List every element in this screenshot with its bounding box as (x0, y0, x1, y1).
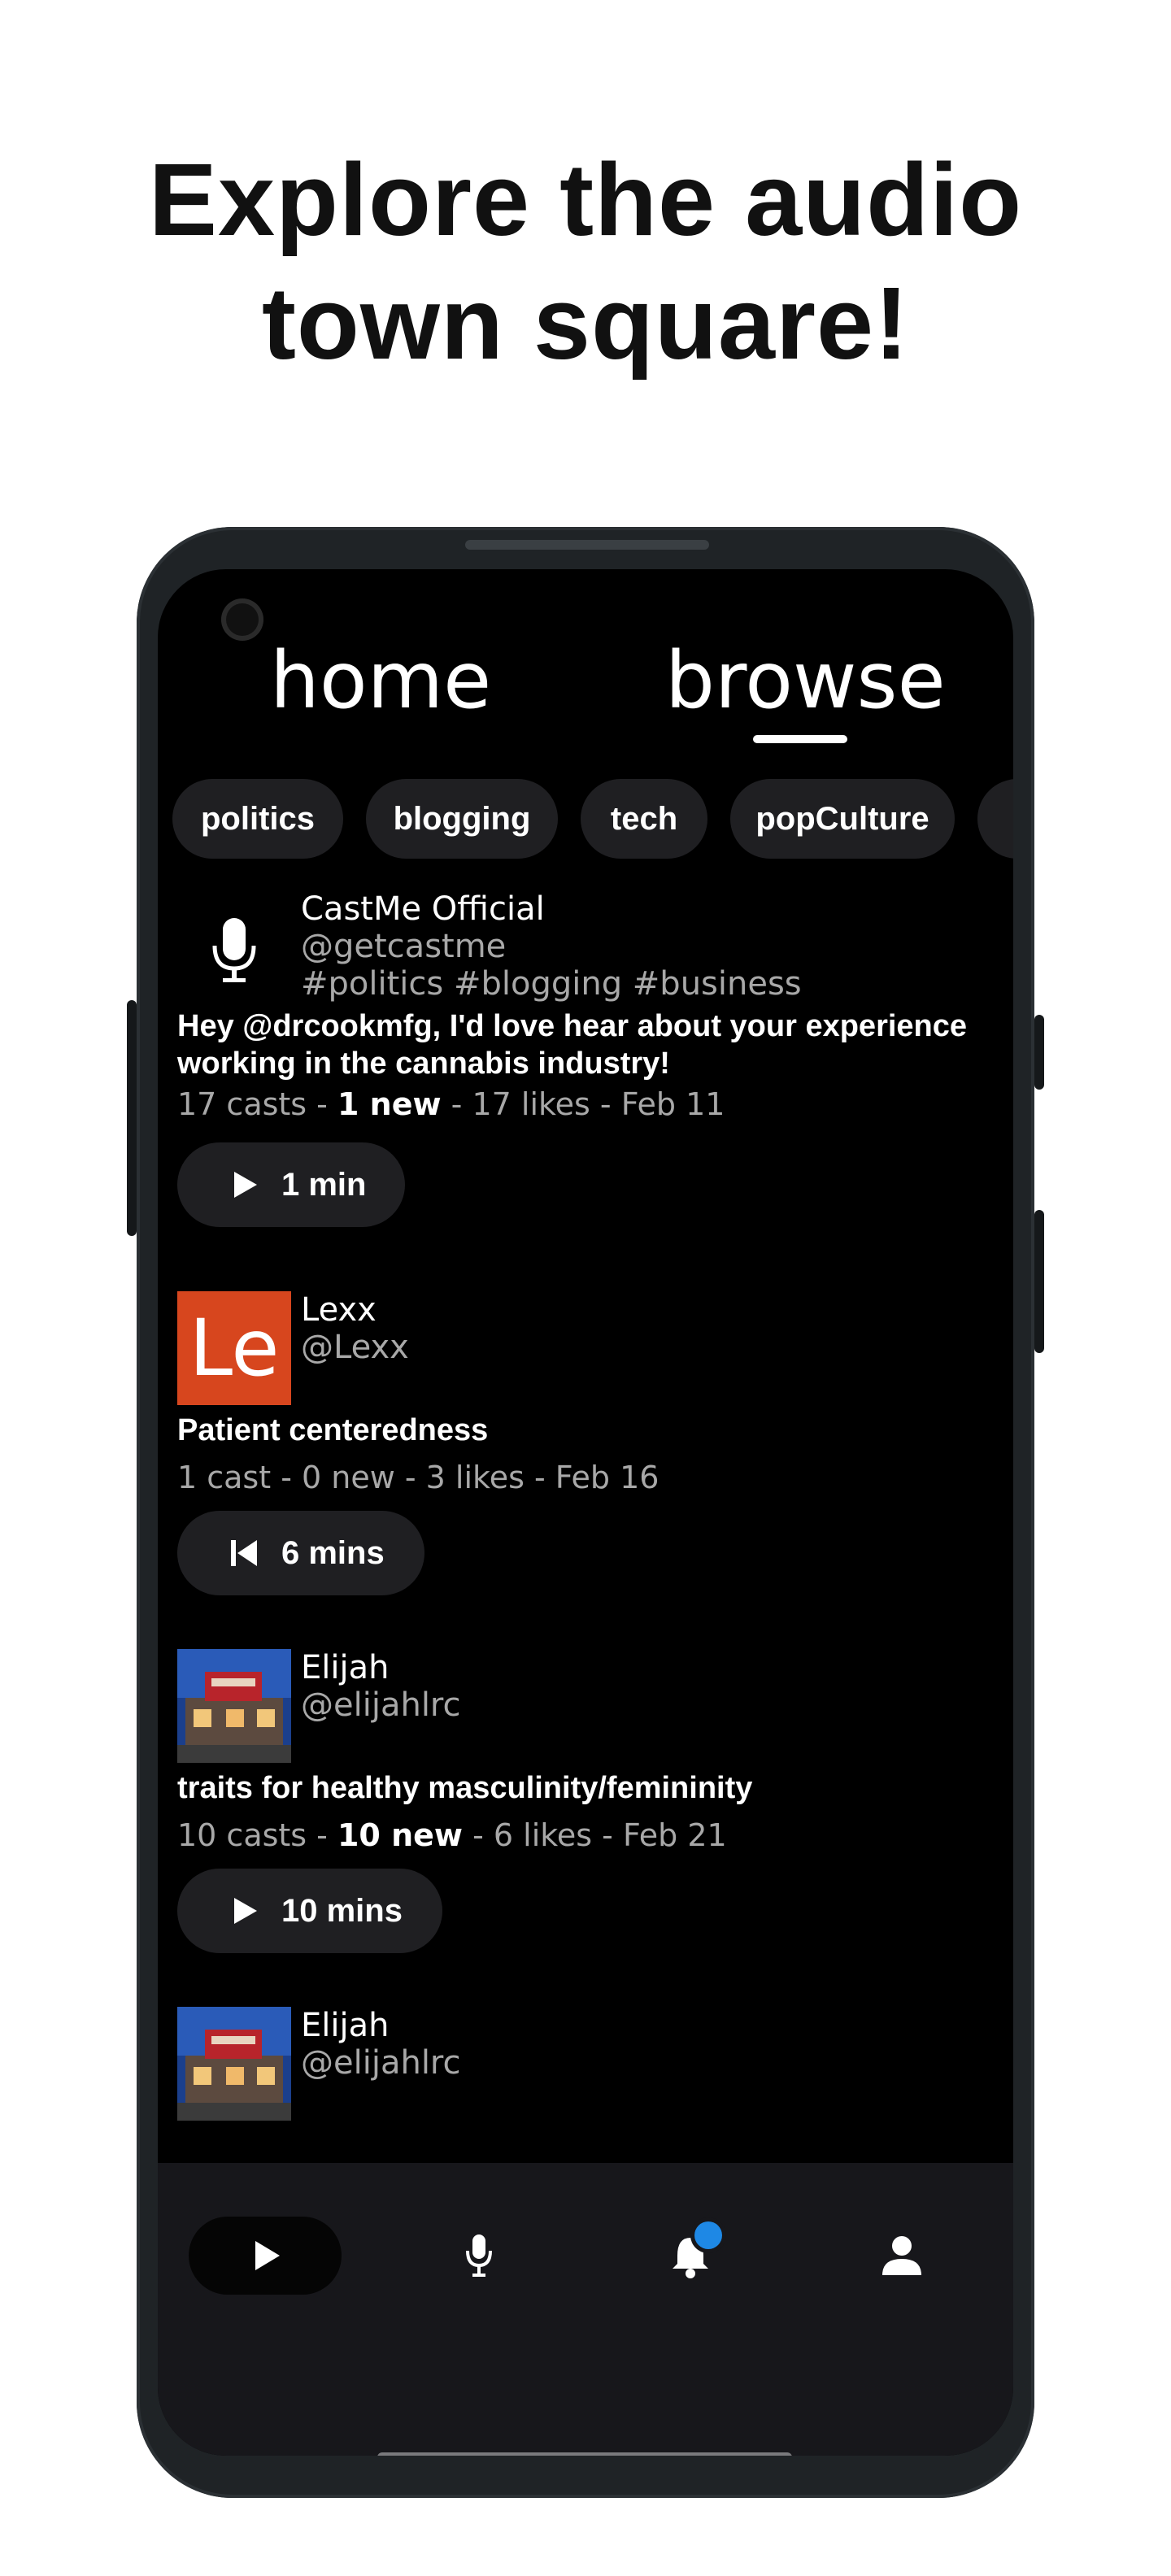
phone-speaker (465, 540, 709, 550)
author-tags: #politics #blogging #business (301, 965, 802, 1003)
play-icon (234, 1898, 257, 1924)
headline-line-1: Explore the audio (148, 142, 1023, 257)
top-tabs: home browse (158, 628, 1013, 742)
skip-previous-icon (231, 1540, 257, 1566)
home-indicator[interactable] (377, 2452, 792, 2456)
notification-badge (694, 2221, 722, 2249)
author-handle[interactable]: @getcastme (301, 928, 506, 965)
avatar (177, 1649, 291, 1763)
tab-browse[interactable]: browse (665, 628, 946, 733)
cast-meta: 1 cast - 0 new - 3 likes - Feb 16 (177, 1460, 660, 1495)
chip-popculture[interactable]: popCulture (730, 779, 955, 859)
cast-count: 10 casts - (177, 1817, 337, 1853)
phone-frame: home browse politics blogging tech popCu… (127, 527, 1044, 2498)
list-item[interactable]: Le Lexx @Lexx Patient centeredness 1 cas… (177, 1291, 999, 1608)
nav-play[interactable] (189, 2217, 342, 2295)
avatar (177, 890, 291, 1004)
play-icon (255, 2241, 280, 2270)
cast-meta: 10 casts - 10 new - 6 likes - Feb 21 (177, 1817, 727, 1854)
app-screen: home browse politics blogging tech popCu… (158, 569, 1013, 2456)
avatar: Le (177, 1291, 291, 1405)
nav-notifications[interactable] (646, 2217, 735, 2295)
author-name[interactable]: Elijah (301, 1649, 389, 1686)
play-button[interactable]: 10 mins (177, 1869, 442, 1953)
avatar-photo (177, 1649, 291, 1763)
chip-tech[interactable]: tech (581, 779, 707, 859)
list-item[interactable]: CastMe Official @getcastme #politics #bl… (177, 890, 999, 1248)
author-handle[interactable]: @elijahlrc (301, 2044, 460, 2082)
profile-icon (882, 2236, 921, 2275)
microphone-icon (466, 2234, 492, 2277)
phone-side-button-right-bottom (1034, 1210, 1044, 1353)
cast-title[interactable]: traits for healthy masculinity/femininit… (177, 1769, 999, 1807)
topic-chips: politics blogging tech popCulture (172, 779, 1013, 860)
cast-meta: 17 casts - 1 new - 17 likes - Feb 11 (177, 1086, 725, 1123)
chip-politics[interactable]: politics (172, 779, 343, 859)
play-button[interactable]: 1 min (177, 1142, 405, 1227)
headline-line-2: town square! (261, 266, 910, 381)
author-handle[interactable]: @Lexx (301, 1329, 409, 1366)
cast-title[interactable]: Hey @drcookmfg, I'd love hear about your… (177, 1007, 999, 1082)
chip-more[interactable] (977, 779, 1013, 859)
replay-button[interactable]: 6 mins (177, 1511, 424, 1595)
phone-side-button-left (127, 1000, 137, 1236)
cast-count: 17 casts - (177, 1086, 337, 1122)
nav-profile[interactable] (857, 2217, 947, 2295)
phone-side-button-right-top (1034, 1015, 1044, 1090)
author-name[interactable]: CastMe Official (301, 890, 545, 928)
list-item[interactable]: Elijah @elijahlrc (177, 2007, 999, 2169)
duration-label: 1 min (281, 1167, 367, 1203)
duration-label: 6 mins (281, 1535, 385, 1571)
chip-blogging[interactable]: blogging (366, 779, 558, 859)
avatar (177, 2007, 291, 2121)
cast-title[interactable]: Patient centeredness (177, 1412, 999, 1449)
author-handle[interactable]: @elijahlrc (301, 1686, 460, 1724)
new-count: 1 new (337, 1086, 442, 1122)
author-name[interactable]: Elijah (301, 2007, 389, 2044)
nav-record[interactable] (434, 2217, 524, 2295)
cast-likes-date: - 6 likes - Feb 21 (463, 1817, 727, 1853)
avatar-photo (177, 2007, 291, 2121)
bottom-navigation (158, 2163, 1013, 2456)
cast-likes-date: - 17 likes - Feb 11 (441, 1086, 725, 1122)
duration-label: 10 mins (281, 1893, 403, 1929)
play-icon (234, 1172, 257, 1198)
list-item[interactable]: Elijah @elijahlrc traits for healthy mas… (177, 1649, 999, 1966)
tab-home[interactable]: home (270, 628, 491, 733)
headline: Explore the audio town square! (0, 138, 1171, 385)
author-name[interactable]: Lexx (301, 1291, 377, 1329)
microphone-icon (212, 918, 256, 982)
new-count: 10 new (337, 1817, 464, 1853)
active-tab-indicator (753, 735, 847, 743)
